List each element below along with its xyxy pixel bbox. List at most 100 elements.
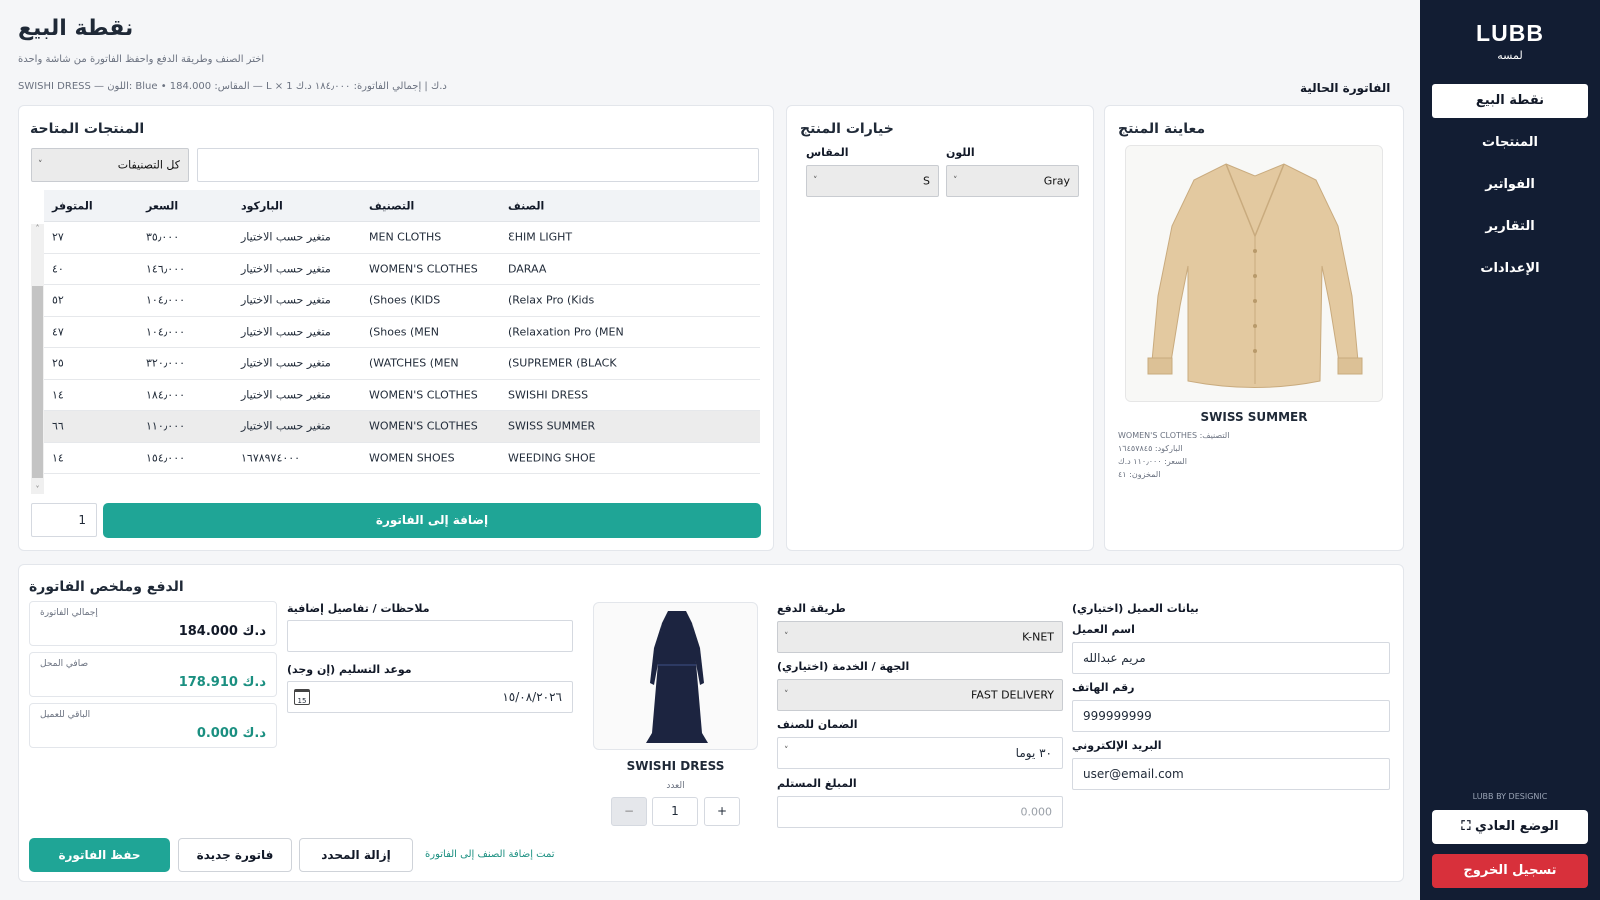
cell-name: ƐHIM LIGHT	[508, 230, 573, 244]
service-select[interactable]: FAST DELIVERY ˅	[777, 679, 1063, 711]
email-value: user@email.com	[1083, 767, 1184, 781]
cell-barcode: متغير حسب الاختيار	[241, 262, 331, 276]
table-row[interactable]: ƐHIM LIGHT MEN CLOTHS متغير حسب الاختيار ٣٥…	[44, 222, 760, 254]
cell-price: ١٤٦٫٠٠٠	[146, 262, 186, 276]
scroll-up-icon[interactable]: ˄	[31, 224, 44, 233]
payment-method-select[interactable]: K-NET ˅	[777, 621, 1063, 653]
sidebar-item-reports[interactable]: التقارير	[1432, 210, 1588, 244]
products-title: المنتجات المتاحة	[30, 121, 145, 137]
table-row[interactable]: (SUPREMER (BLACK (WATCHES (MEN متغير حسب ا…	[44, 348, 760, 380]
new-invoice-button[interactable]: فاتورة جديدة	[178, 838, 292, 872]
sidebar-item-invoices[interactable]: الفواتير	[1432, 168, 1588, 202]
cell-price: ١٠٤٫٠٠٠	[146, 293, 186, 307]
table-row[interactable]: SWISHI DRESS WOMEN'S CLOTHES متغير حسب الا…	[44, 379, 760, 411]
count-input[interactable]: 1	[652, 797, 698, 826]
size-value: S	[923, 174, 930, 188]
received-amount-input[interactable]: 0.000	[777, 796, 1063, 828]
table-scrollbar[interactable]: ˄ ˅	[31, 224, 44, 494]
remain-label: الباقي للعميل	[40, 710, 91, 720]
preview-price: السعر: ١١٠٫٠٠٠ د.ك	[1118, 457, 1187, 466]
table-row[interactable]: (Relaxation Pro (MEN (Shoes (MEN متغير حسب…	[44, 316, 760, 348]
table-body: ƐHIM LIGHT MEN CLOTHS متغير حسب الاختيار ٣٥…	[44, 222, 760, 474]
cell-category: WOMEN SHOES	[369, 451, 455, 465]
sidebar: LUBB لمسه نقطة البيع المنتجات الفواتير ا…	[1420, 0, 1600, 900]
col-stock: المتوفر	[52, 199, 93, 212]
sidebar-item-products[interactable]: المنتجات	[1432, 126, 1588, 160]
scroll-down-icon[interactable]: ˅	[31, 485, 44, 494]
col-barcode: الباركود	[241, 199, 283, 212]
customer-section-title: بيانات العميل (اختياري)	[1072, 602, 1199, 615]
remove-selected-button[interactable]: إزالة المحدد	[299, 838, 413, 872]
normal-mode-button[interactable]: ⛶ الوضع العادي	[1432, 810, 1588, 844]
table-row[interactable]: (Relax Pro (Kids (Shoes (KIDS متغير حسب ال…	[44, 285, 760, 317]
quantity-input[interactable]: 1	[31, 503, 97, 537]
add-to-invoice-button[interactable]: إضافة إلى الفاتورة	[103, 503, 761, 538]
net-label: صافي المحل	[40, 659, 89, 669]
cell-stock: ٦٦	[52, 419, 64, 433]
decrement-button[interactable]: −	[611, 797, 647, 826]
invoice-total-box: إجمالي الفاتورة 184.000 د.ك	[29, 601, 277, 646]
cell-barcode: متغير حسب الاختيار	[241, 230, 331, 244]
cell-barcode: متغير حسب الاختيار	[241, 388, 331, 402]
cell-name: SWISS SUMMER	[508, 419, 596, 433]
customer-remainder-box: الباقي للعميل 0.000 د.ك	[29, 703, 277, 748]
preview-title: معاينة المنتج	[1118, 121, 1206, 137]
preview-product-name: SWISS SUMMER	[1200, 410, 1308, 424]
warranty-select[interactable]: ٣٠ يوما ˅	[777, 737, 1063, 769]
delivery-label: موعد التسليم (إن وجد)	[287, 663, 412, 676]
notes-label: ملاحظات / تفاصيل إضافية	[287, 602, 430, 615]
increment-button[interactable]: +	[704, 797, 740, 826]
cell-category: (WATCHES (MEN	[369, 356, 459, 370]
table-row[interactable]: WEEDING SHOE WOMEN SHOES ١٦٧٨٩٧٤٠٠٠ ١٥٤٫٠٠٠…	[44, 442, 760, 474]
preview-barcode: الباركود: ١٦٤٥٧٨٤٥	[1118, 444, 1183, 453]
products-table: الصنف التصنيف الباركود السعر المتوفر ƐHI…	[44, 190, 760, 474]
cell-stock: ١٤	[52, 451, 64, 465]
cell-category: (Shoes (MEN	[369, 325, 439, 339]
color-label: اللون	[946, 146, 975, 159]
size-label: المقاس	[806, 146, 849, 159]
notes-input[interactable]	[287, 620, 573, 652]
cell-price: ١٥٤٫٠٠٠	[146, 451, 186, 465]
size-select[interactable]: S ˅	[806, 165, 939, 197]
received-amount-label: المبلغ المستلم	[777, 777, 857, 790]
calendar-icon[interactable]: 15	[294, 689, 310, 705]
sidebar-footer: LUBB BY DESIGNIC ⛶ الوضع العادي تسجيل ال…	[1432, 792, 1588, 900]
chevron-down-icon: ˅	[38, 160, 43, 170]
delivery-date-input[interactable]: ١٥/٠٨/٢٠٢٦ 15	[287, 681, 573, 713]
selected-item-image	[593, 602, 758, 750]
customer-name-label: اسم العميل	[1072, 623, 1135, 636]
remain-value: 0.000 د.ك	[196, 726, 266, 741]
cell-name: WEEDING SHOE	[508, 451, 596, 465]
service-value: FAST DELIVERY	[971, 688, 1054, 702]
dress-image	[646, 611, 708, 743]
cell-stock: ٤٧	[52, 325, 64, 339]
table-row[interactable]: DARAA WOMEN'S CLOTHES متغير حسب الاختيار ١٤…	[44, 253, 760, 285]
scroll-thumb[interactable]	[32, 286, 43, 478]
cell-stock: ٤٠	[52, 262, 64, 276]
sidebar-item-settings[interactable]: الإعدادات	[1432, 252, 1588, 286]
save-invoice-button[interactable]: حفظ الفاتورة	[29, 838, 170, 872]
cell-price: ١٠٤٫٠٠٠	[146, 325, 186, 339]
total-label: إجمالي الفاتورة	[40, 608, 98, 618]
selected-item-name: SWISHI DRESS	[626, 759, 725, 773]
cell-barcode: ١٦٧٨٩٧٤٠٠٠	[241, 451, 301, 465]
category-filter-select[interactable]: كل التصنيفات ˅	[31, 148, 189, 182]
cell-category: WOMEN'S CLOTHES	[369, 262, 478, 276]
options-title: خيارات المنتج	[800, 121, 894, 137]
blouse-image	[1126, 146, 1382, 401]
status-message: تمت إضافة الصنف إلى الفاتورة	[425, 849, 555, 860]
sidebar-item-pos[interactable]: نقطة البيع	[1432, 84, 1588, 118]
cell-barcode: متغير حسب الاختيار	[241, 356, 331, 370]
cell-category: WOMEN'S CLOTHES	[369, 388, 478, 402]
phone-input[interactable]: 999999999	[1072, 700, 1390, 732]
table-row[interactable]: SWISS SUMMER WOMEN'S CLOTHES متغير حسب الا…	[44, 411, 760, 443]
color-select[interactable]: Gray ˅	[946, 165, 1079, 197]
product-search-input[interactable]	[197, 148, 759, 182]
email-input[interactable]: user@email.com	[1072, 758, 1390, 790]
chevron-down-icon: ˅	[784, 746, 789, 756]
logout-button[interactable]: تسجيل الخروج	[1432, 854, 1588, 888]
cell-barcode: متغير حسب الاختيار	[241, 293, 331, 307]
brand-logo: LUBB	[1476, 20, 1544, 46]
customer-name-input[interactable]: مريم عبدالله	[1072, 642, 1390, 674]
table-header: الصنف التصنيف الباركود السعر المتوفر	[44, 190, 760, 222]
